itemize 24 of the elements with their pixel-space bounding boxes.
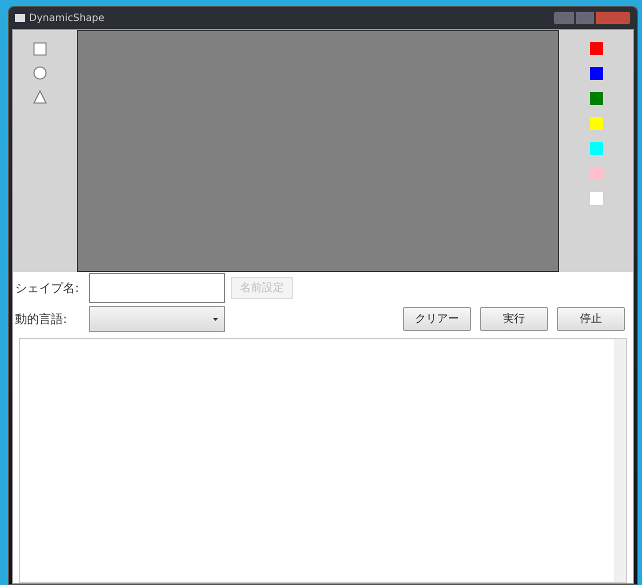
- color-swatch[interactable]: [590, 167, 602, 180]
- triangle-icon[interactable]: [33, 90, 47, 104]
- action-button[interactable]: 停止: [557, 307, 625, 331]
- color-swatch[interactable]: [590, 192, 602, 205]
- maximize-button[interactable]: [575, 11, 595, 25]
- color-swatch[interactable]: [590, 67, 602, 80]
- shape-name-field[interactable]: [89, 273, 225, 303]
- language-label: 動的言語:: [15, 311, 68, 328]
- action-button[interactable]: 実行: [480, 307, 548, 331]
- minimize-button[interactable]: [553, 11, 575, 25]
- color-swatch[interactable]: [590, 92, 602, 105]
- color-swatch[interactable]: [590, 42, 602, 55]
- scrollbar[interactable]: [614, 339, 626, 582]
- action-button[interactable]: クリアー: [403, 307, 471, 331]
- color-swatch[interactable]: [590, 117, 602, 130]
- app-icon: [15, 14, 25, 22]
- window-title: DynamicShape: [29, 12, 104, 26]
- circle-icon[interactable]: [33, 66, 47, 80]
- color-swatch[interactable]: [590, 142, 602, 155]
- language-dropdown[interactable]: [89, 306, 225, 332]
- dropdown-arrow-icon: [213, 318, 218, 320]
- close-button[interactable]: [595, 11, 631, 25]
- shape-name-label: シェイプ名:: [15, 280, 80, 297]
- square-icon[interactable]: [33, 42, 47, 56]
